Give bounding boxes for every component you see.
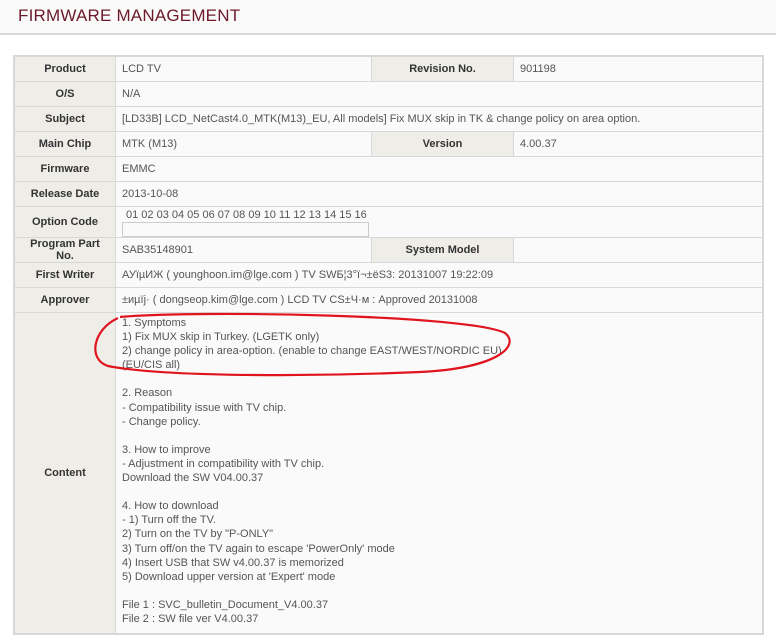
content-line: - Compatibility issue with TV chip.: [122, 401, 287, 414]
content-line: [122, 372, 756, 386]
row-approver: Approver ±иµïј· ( dongseop.kim@lge.com )…: [13, 287, 764, 313]
content-line: 2. Reason: [122, 387, 173, 400]
content-label: Content: [13, 312, 116, 635]
content-line: [122, 429, 756, 443]
option-code-numbers: 01 02 03 04 05 06 07 08 09 10 11 12 13 1…: [126, 209, 367, 221]
revision-label: Revision No.: [371, 55, 514, 82]
os-value: N/A: [115, 81, 764, 107]
row-subject: Subject [LD33B] LCD_NetCast4.0_MTK(M13)_…: [13, 106, 764, 132]
content-line: - Change policy.: [122, 415, 201, 428]
content-body: 1. Symptoms 1) Fix MUX skip in Turkey. (L…: [115, 312, 764, 635]
option-code-label: Option Code: [13, 206, 116, 238]
program-part-value: SAB35148901: [115, 237, 372, 263]
content-line: [122, 584, 756, 598]
content-line: [122, 485, 756, 499]
system-model-label: System Model: [371, 237, 514, 263]
content-line: File 2 : SW file ver V4.00.37: [122, 612, 259, 625]
version-value: 4.00.37: [513, 131, 764, 157]
product-label: Product: [13, 55, 116, 82]
row-main-chip: Main Chip MTK (M13) Version 4.00.37: [13, 131, 764, 157]
revision-value: 901198: [513, 55, 764, 82]
firmware-value: EMMC: [115, 156, 764, 182]
content-line: 5) Download upper version at 'Expert' mo…: [122, 570, 336, 583]
row-first-writer: First Writer АУïµИЖ ( younghoon.im@lge.c…: [13, 262, 764, 288]
product-value: LCD TV: [115, 55, 372, 82]
subject-value: [LD33B] LCD_NetCast4.0_MTK(M13)_EU, All …: [115, 106, 764, 132]
content-line: Download the SW V04.00.37: [122, 472, 264, 485]
content-line: 2) Turn on the TV by "P-ONLY": [122, 528, 274, 541]
version-label: Version: [371, 131, 514, 157]
first-writer-value: АУïµИЖ ( younghoon.im@lge.com ) TV SWБ¦3…: [115, 262, 764, 288]
page-title: FIRMWARE MANAGEMENT: [18, 6, 241, 25]
content-line: 4. How to download: [122, 500, 219, 513]
main-chip-value: MTK (M13): [115, 131, 372, 157]
row-firmware: Firmware EMMC: [13, 156, 764, 182]
option-code-cell: 01 02 03 04 05 06 07 08 09 10 11 12 13 1…: [115, 206, 764, 238]
content-line: 3. How to improve: [122, 443, 211, 456]
row-content: Content 1. Symptoms 1) Fix MUX skip in Tu…: [13, 312, 764, 635]
content-line: - Adjustment in compatibility with TV ch…: [122, 457, 325, 470]
content-line: 1. Symptoms: [122, 317, 187, 329]
content-line: - 1) Turn off the TV.: [122, 514, 216, 527]
content-line: 3) Turn off/on the TV again to escape 'P…: [122, 542, 395, 555]
row-release-date: Release Date 2013-10-08: [13, 181, 764, 207]
approver-value: ±иµïј· ( dongseop.kim@lge.com ) LCD TV C…: [115, 287, 764, 313]
content-line: (EU/CIS all): [122, 359, 181, 372]
release-date-label: Release Date: [13, 181, 116, 207]
row-option-code: Option Code 01 02 03 04 05 06 07 08 09 1…: [13, 206, 764, 238]
firmware-label: Firmware: [13, 156, 116, 182]
content-line: 2) change policy in area-option. (enable…: [122, 345, 502, 358]
row-program-part: Program Part No. SAB35148901 System Mode…: [13, 237, 764, 263]
release-date-value: 2013-10-08: [115, 181, 764, 207]
main-chip-label: Main Chip: [13, 131, 116, 157]
content-line: File 1 : SVC_bulletin_Document_V4.00.37: [122, 598, 329, 611]
program-part-label: Program Part No.: [13, 237, 116, 263]
first-writer-label: First Writer: [13, 262, 116, 288]
firmware-details-table: Product LCD TV Revision No. 901198 O/S N…: [13, 55, 764, 635]
option-code-input[interactable]: [122, 222, 369, 237]
approver-label: Approver: [13, 287, 116, 313]
content-line: 4) Insert USB that SW v4.00.37 is memori…: [122, 556, 344, 569]
row-os: O/S N/A: [13, 81, 764, 107]
subject-label: Subject: [13, 106, 116, 132]
content-line: 1) Fix MUX skip in Turkey. (LGETK only): [122, 331, 320, 344]
os-label: O/S: [13, 81, 116, 107]
system-model-value: [513, 237, 764, 263]
row-product: Product LCD TV Revision No. 901198: [13, 55, 764, 82]
